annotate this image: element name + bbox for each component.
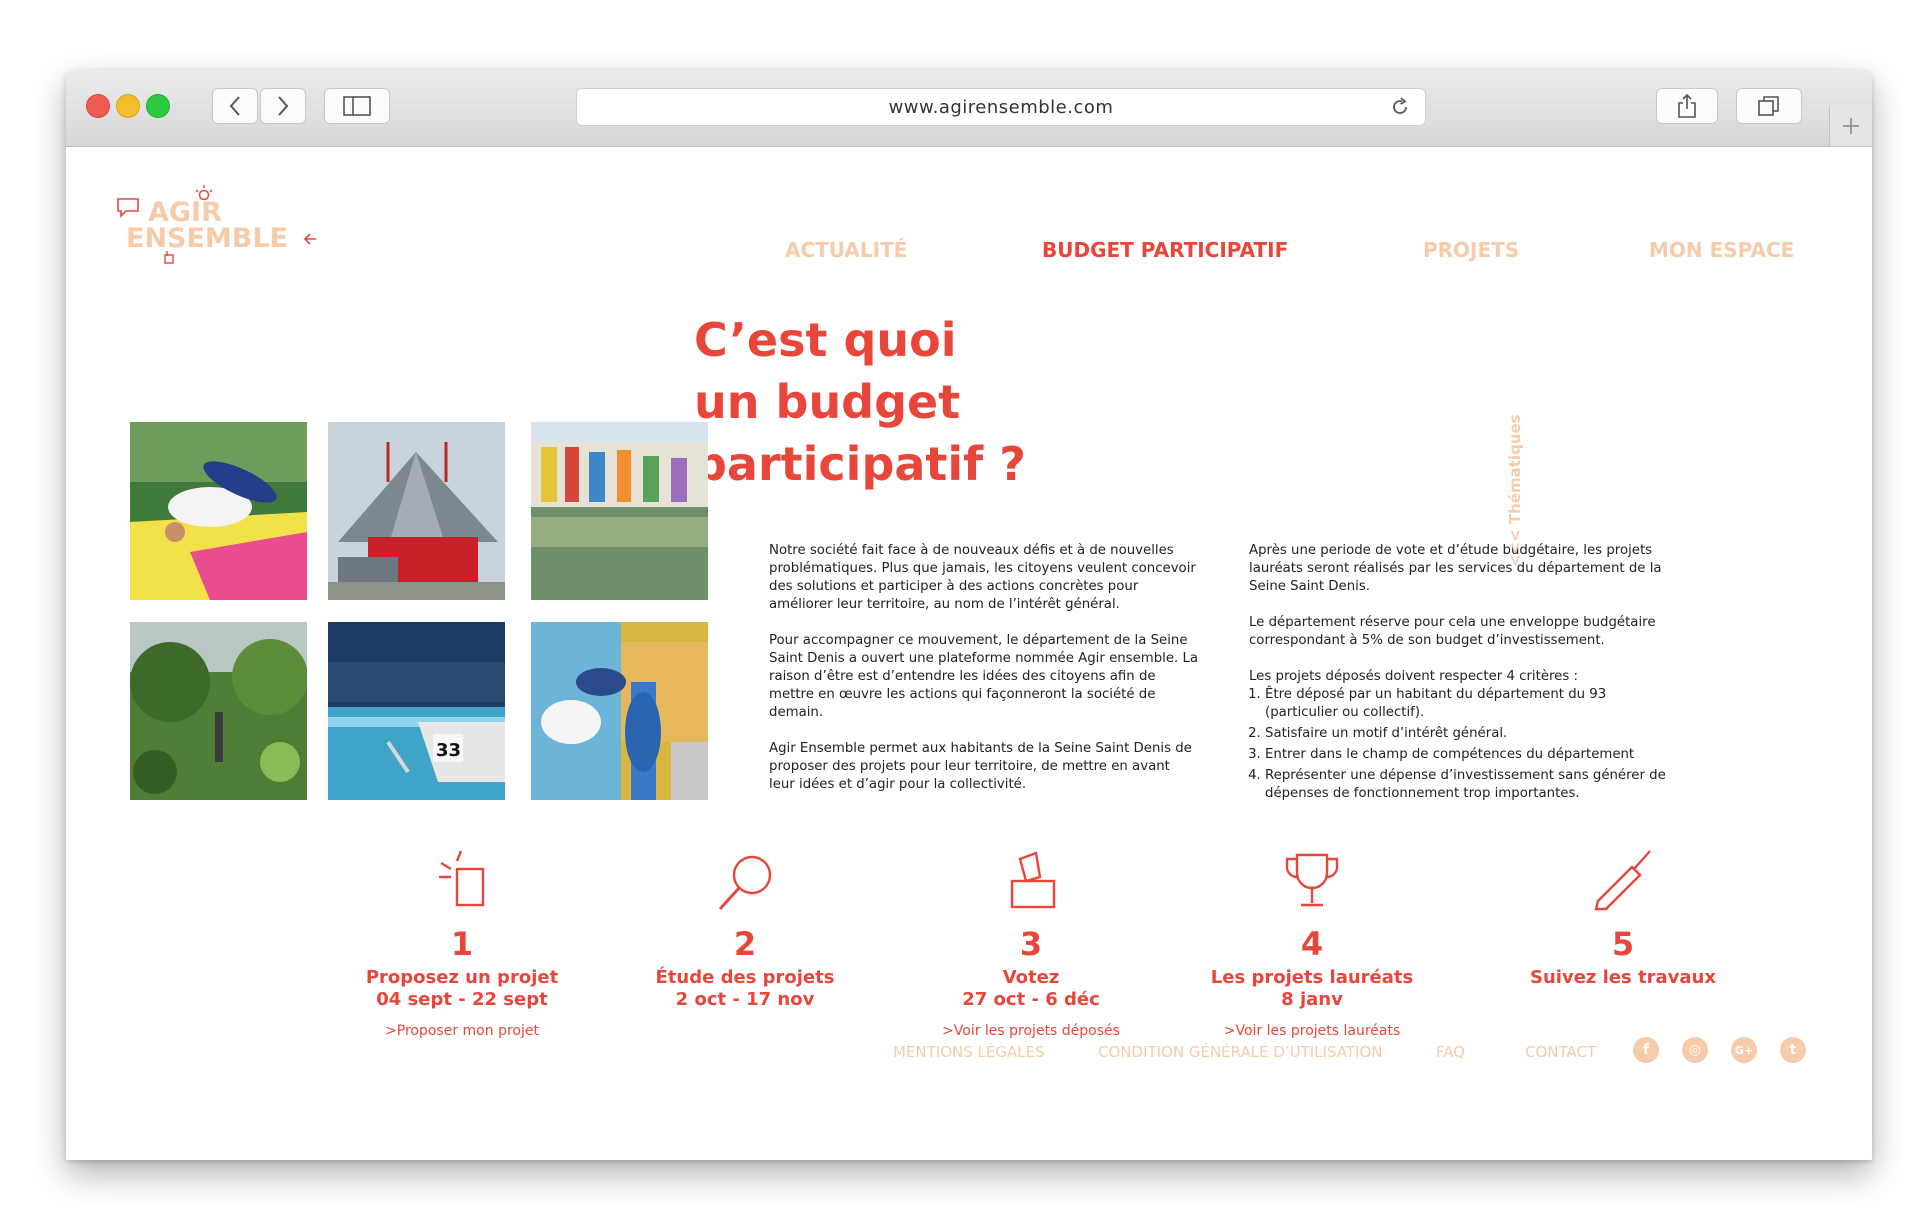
maximize-window-button[interactable] bbox=[146, 94, 170, 118]
title-line-3: participatif ? bbox=[694, 437, 1026, 491]
tabs-button[interactable] bbox=[1736, 88, 1802, 124]
arrow-icon bbox=[303, 233, 316, 245]
paragraph: Agir Ensemble permet aux habitants de la… bbox=[769, 741, 1192, 792]
paragraph: Notre société fait face à de nouveaux dé… bbox=[769, 543, 1196, 612]
close-window-button[interactable] bbox=[86, 94, 110, 118]
step-title: Proposez un projet bbox=[365, 967, 559, 988]
chevron-left-icon bbox=[229, 96, 240, 116]
photo-garden bbox=[130, 622, 307, 800]
chevron-right-icon bbox=[278, 96, 289, 116]
step-number: 2 bbox=[733, 925, 757, 963]
step-title: Votez bbox=[1002, 967, 1060, 988]
paragraph: Pour accompagner ce mouvement, le départ… bbox=[769, 633, 1199, 720]
intro-column-right: Après une periode de vote et d’étude bud… bbox=[1249, 542, 1679, 806]
title-line-1: C’est quoi bbox=[694, 313, 957, 367]
photo-canal-buildings bbox=[531, 422, 708, 600]
photo-judo bbox=[130, 422, 307, 600]
criteria-item: Représenter une dépense d’investissement… bbox=[1265, 767, 1679, 803]
footer-contact[interactable]: CONTACT bbox=[1525, 1043, 1596, 1061]
step-title: Les projets lauréats bbox=[1210, 967, 1414, 988]
intro-column-left: Notre société fait face à de nouveaux dé… bbox=[769, 542, 1199, 812]
browser-window: www.agirensemble.com AGIR ENSEMBLE ACTUA… bbox=[66, 70, 1872, 1160]
magnifier-icon bbox=[718, 855, 772, 911]
nav-actualite[interactable]: ACTUALITÉ bbox=[785, 238, 907, 262]
forward-button[interactable] bbox=[260, 88, 306, 124]
nav-budget-participatif[interactable]: BUDGET PARTICIPATIF bbox=[1042, 238, 1288, 262]
reload-icon[interactable] bbox=[1389, 96, 1411, 118]
step-date: 2 oct - 17 nov bbox=[675, 989, 815, 1010]
sidebar-icon bbox=[343, 96, 371, 116]
ballot-box-icon bbox=[1010, 851, 1056, 909]
view-winning-projects-link[interactable]: >Voir les projets lauréats bbox=[1162, 1023, 1462, 1039]
title-line-2: un budget bbox=[694, 375, 961, 429]
site-logo[interactable]: AGIR ENSEMBLE bbox=[116, 185, 316, 265]
speech-bubble-icon bbox=[117, 198, 139, 218]
step-3: 3 Votez 27 oct - 6 déc >Voir les projets… bbox=[881, 847, 1181, 1039]
instagram-icon[interactable]: ◎ bbox=[1682, 1037, 1708, 1063]
browser-toolbar: www.agirensemble.com bbox=[66, 70, 1872, 147]
address-bar[interactable]: www.agirensemble.com bbox=[576, 88, 1426, 126]
criteria-item: Entrer dans le champ de compétences du d… bbox=[1265, 746, 1679, 764]
plus-icon bbox=[1843, 118, 1859, 134]
footer-cgu[interactable]: CONDITION GÉNÉRALE D’UTILISATION bbox=[1098, 1043, 1383, 1061]
criteria-item: Satisfaire un motif d’intérêt général. bbox=[1265, 725, 1679, 743]
step-4: 4 Les projets lauréats 8 janv >Voir les … bbox=[1162, 847, 1462, 1039]
trophy-icon bbox=[1285, 853, 1339, 907]
step-number: 4 bbox=[1300, 925, 1324, 963]
nav-mon-espace[interactable]: MON ESPACE bbox=[1649, 238, 1794, 262]
step-5: 5 Suivez les travaux bbox=[1473, 847, 1773, 989]
criteria-list: Être déposé par un habitant du départeme… bbox=[1249, 686, 1679, 803]
svg-text:33: 33 bbox=[436, 740, 461, 761]
cursor-icon bbox=[164, 251, 174, 264]
criteria-intro: Les projets déposés doivent respecter 4 … bbox=[1249, 669, 1578, 684]
tabs-icon bbox=[1758, 96, 1779, 116]
url-text: www.agirensemble.com bbox=[888, 96, 1114, 118]
page-title: C’est quoi un budget participatif ? bbox=[694, 309, 1026, 495]
logo-line-ensemble: ENSEMBLE bbox=[126, 223, 289, 254]
step-date: 27 oct - 6 déc bbox=[962, 989, 1100, 1010]
propose-project-link[interactable]: >Proposer mon projet bbox=[312, 1023, 612, 1039]
twitter-icon[interactable]: t bbox=[1780, 1037, 1806, 1063]
thematiques-tab[interactable]: <<< Thématiques bbox=[1506, 414, 1524, 567]
new-tab-button[interactable] bbox=[1829, 106, 1872, 146]
share-button[interactable] bbox=[1656, 88, 1718, 124]
step-number: 1 bbox=[450, 925, 474, 963]
photo-swimming-pool: 33 bbox=[328, 622, 505, 800]
photo-graffiti-wall bbox=[531, 622, 708, 800]
step-2: 2 Étude des projets 2 oct - 17 nov bbox=[595, 847, 895, 1011]
photo-circus-tent bbox=[328, 422, 505, 600]
share-icon bbox=[1678, 93, 1696, 118]
criteria-item: Être déposé par un habitant du départeme… bbox=[1265, 686, 1679, 722]
step-1: 1 Proposez un projet 04 sept - 22 sept >… bbox=[312, 847, 612, 1039]
idea-card-icon bbox=[439, 850, 485, 907]
minimize-window-button[interactable] bbox=[116, 94, 140, 118]
nav-projets[interactable]: PROJETS bbox=[1423, 238, 1519, 262]
step-title: Étude des projets bbox=[655, 967, 835, 988]
paragraph: Le département réserve pour cela une env… bbox=[1249, 615, 1656, 648]
tool-icon bbox=[1594, 850, 1651, 911]
facebook-icon[interactable]: f bbox=[1633, 1037, 1659, 1063]
webpage: AGIR ENSEMBLE ACTUALITÉ BUDGET PARTICIPA… bbox=[66, 147, 1872, 1160]
step-date: 04 sept - 22 sept bbox=[376, 989, 548, 1010]
step-title: Suivez les travaux bbox=[1530, 967, 1716, 988]
view-submitted-projects-link[interactable]: >Voir les projets déposés bbox=[881, 1023, 1181, 1039]
step-number: 5 bbox=[1611, 925, 1635, 963]
step-date: 8 janv bbox=[1281, 989, 1343, 1010]
footer-faq[interactable]: FAQ bbox=[1436, 1043, 1465, 1061]
sidebar-button[interactable] bbox=[324, 88, 390, 124]
back-button[interactable] bbox=[212, 88, 258, 124]
footer-mentions-legales[interactable]: MENTIONS LÉGALES bbox=[893, 1043, 1045, 1061]
paragraph: Après une periode de vote et d’étude bud… bbox=[1249, 543, 1662, 594]
google-plus-icon[interactable]: G+ bbox=[1731, 1037, 1757, 1063]
step-number: 3 bbox=[1019, 925, 1043, 963]
